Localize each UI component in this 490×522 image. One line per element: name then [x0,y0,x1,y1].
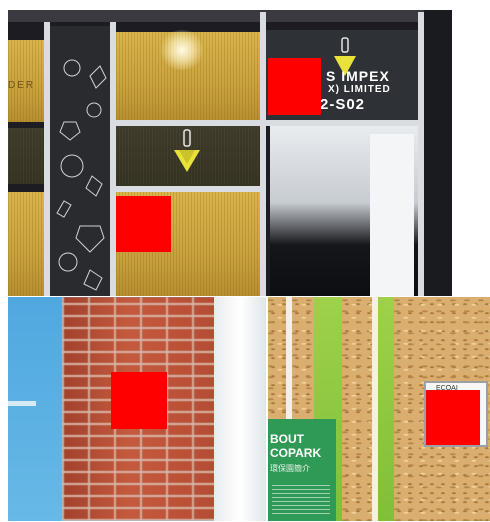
ceiling-truss [8,10,452,22]
booth-sign-limited: X) LIMITED [328,84,391,95]
osb-board-photo: BOUT COPARK 環保園簡介 ECOAI [268,297,490,521]
osb-panel-3 [342,297,372,521]
partition-wall [370,134,414,296]
gem-outline-icon [56,59,107,291]
frame-post-1 [44,22,50,296]
gem-pattern-strip [50,26,112,296]
info-board-subtitle: 環保園簡介 [270,464,310,473]
brick-wall-photo [8,297,266,521]
redaction-box-brick [111,372,167,429]
redaction-box-card [426,390,480,445]
booth-photo: DER S IMPEX X) LIMITED 2-S02 [8,10,452,296]
wall-edge-text: DER [8,80,36,91]
dark-panel-left [8,128,46,184]
right-dark-edge [424,10,452,296]
redaction-box-sign [268,58,321,115]
dark-panel-center [116,126,262,186]
info-board: BOUT COPARK 環保園簡介 [268,419,336,521]
green-strip-2 [378,297,394,521]
booth-number: 2-S02 [320,96,366,113]
info-board-title-1: BOUT [270,432,304,446]
sky-background [8,297,68,521]
white-wall-edge [214,297,266,521]
info-board-body-text [272,485,330,517]
info-board-title-2: COPARK [270,446,322,460]
booth-sign-company: S IMPEX [326,68,390,84]
redaction-box-wall [116,196,171,252]
wood-panel-left-bottom [8,192,46,296]
spotlight [158,30,206,70]
sky-light-mark [8,401,36,406]
diamond-logo-icon [174,129,200,172]
